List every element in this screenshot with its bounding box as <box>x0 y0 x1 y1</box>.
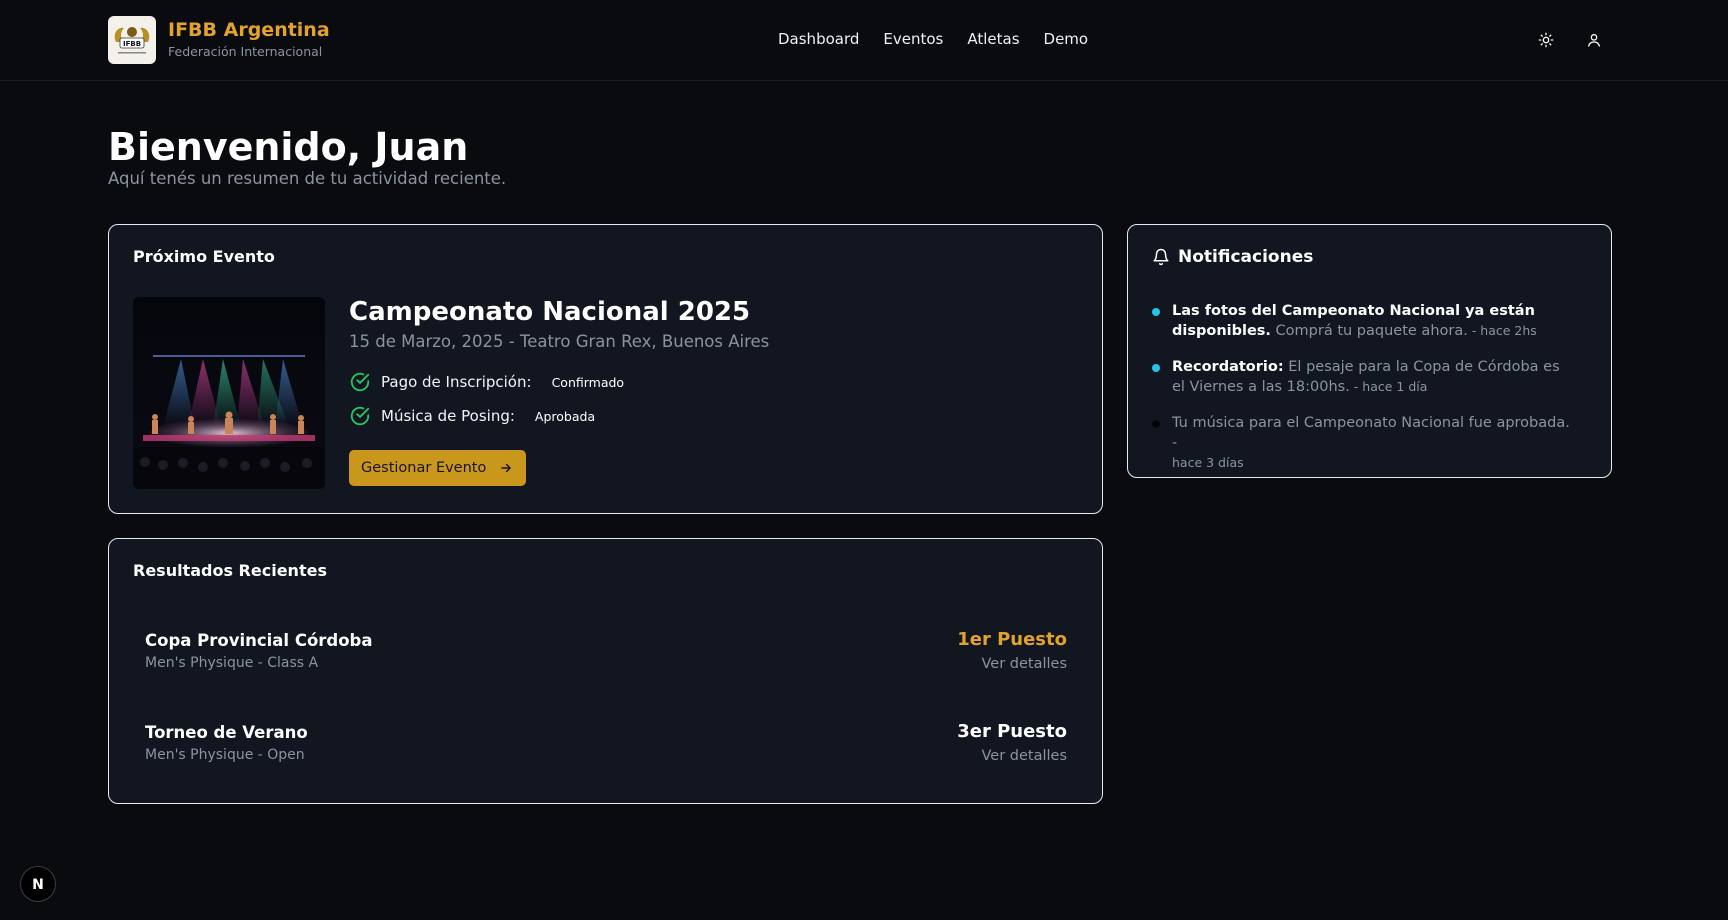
view-details-link[interactable]: Ver detalles <box>981 655 1067 673</box>
event-name: Campeonato Nacional 2025 <box>349 297 751 327</box>
bell-icon <box>1153 248 1169 266</box>
brand-title: IFBB Argentina <box>168 19 330 41</box>
music-status-row: Música de Posing: Aprobada <box>349 405 595 427</box>
notifications-header: Notificaciones <box>1152 247 1313 267</box>
result-placement: 1er Puesto <box>957 629 1067 650</box>
ifbb-logo: IFBB <box>108 16 156 64</box>
unread-dot <box>1152 308 1160 316</box>
result-row[interactable]: Copa Provincial Córdoba Men's Physique -… <box>145 629 1067 690</box>
recent-results-card: Resultados Recientes Copa Provincial Cór… <box>108 538 1103 804</box>
nav-dashboard[interactable]: Dashboard <box>778 29 859 49</box>
result-event-name: Copa Provincial Córdoba <box>145 631 373 650</box>
status-badge: Confirmado <box>551 374 625 390</box>
main-nav: Dashboard Eventos Atletas Demo <box>778 29 1088 49</box>
result-placement: 3er Puesto <box>957 721 1067 742</box>
notifications-card: Notificaciones Las fotos del Campeonato … <box>1127 224 1612 478</box>
card-title: Próximo Evento <box>133 247 275 266</box>
result-category: Men's Physique - Class A <box>145 655 319 671</box>
nav-demo[interactable]: Demo <box>1044 29 1089 49</box>
next-event-card: Próximo Evento Campeonato Nacional 2025 … <box>108 224 1103 514</box>
nextjs-icon: N <box>32 877 44 893</box>
brand[interactable]: IFBB IFBB Argentina Federación Internaci… <box>108 16 330 64</box>
music-label: Música de Posing: <box>381 407 515 425</box>
svg-text:N: N <box>32 877 44 893</box>
theme-toggle-button[interactable] <box>1532 26 1560 54</box>
top-navbar: IFBB IFBB Argentina Federación Internaci… <box>0 0 1728 81</box>
nav-eventos[interactable]: Eventos <box>883 29 943 49</box>
arrow-right-icon <box>501 463 512 473</box>
nav-atletas[interactable]: Atletas <box>967 29 1019 49</box>
result-event-name: Torneo de Verano <box>145 723 308 742</box>
payment-status-row: Pago de Inscripción: Confirmado <box>349 371 624 393</box>
svg-text:IFBB: IFBB <box>123 40 141 48</box>
user-icon <box>1588 34 1600 47</box>
status-badge: Aprobada <box>534 408 596 424</box>
sun-icon <box>1538 32 1554 48</box>
manage-event-button[interactable]: Gestionar Evento <box>349 450 526 486</box>
card-title: Resultados Recientes <box>133 561 327 580</box>
check-circle-icon <box>350 406 370 426</box>
result-category: Men's Physique - Open <box>145 747 305 763</box>
page-subtitle: Aquí tenés un resumen de tu actividad re… <box>108 169 507 188</box>
result-row[interactable]: Torneo de Verano Men's Physique - Open 3… <box>145 721 1067 782</box>
dev-tools-button[interactable]: N <box>20 866 56 902</box>
notifications-title: Notificaciones <box>1178 247 1314 267</box>
unread-dot <box>1152 364 1160 372</box>
brand-subtitle: Federación Internacional <box>168 44 323 59</box>
manage-event-label: Gestionar Evento <box>361 460 487 476</box>
payment-label: Pago de Inscripción: <box>381 373 532 391</box>
event-stage-image <box>133 297 325 489</box>
notification-item[interactable]: Las fotos del Campeonato Nacional ya est… <box>1152 301 1572 341</box>
notification-item[interactable]: Tu música para el Campeonato Nacional fu… <box>1152 413 1572 473</box>
check-circle-icon <box>350 372 370 392</box>
read-dot <box>1152 420 1160 428</box>
page-title: Bienvenido, Juan <box>108 125 469 169</box>
user-menu-button[interactable] <box>1580 26 1608 54</box>
event-date-location: 15 de Marzo, 2025 - Teatro Gran Rex, Bue… <box>349 332 770 351</box>
notification-item[interactable]: Recordatorio: El pesaje para la Copa de … <box>1152 357 1572 397</box>
view-details-link[interactable]: Ver detalles <box>981 747 1067 765</box>
